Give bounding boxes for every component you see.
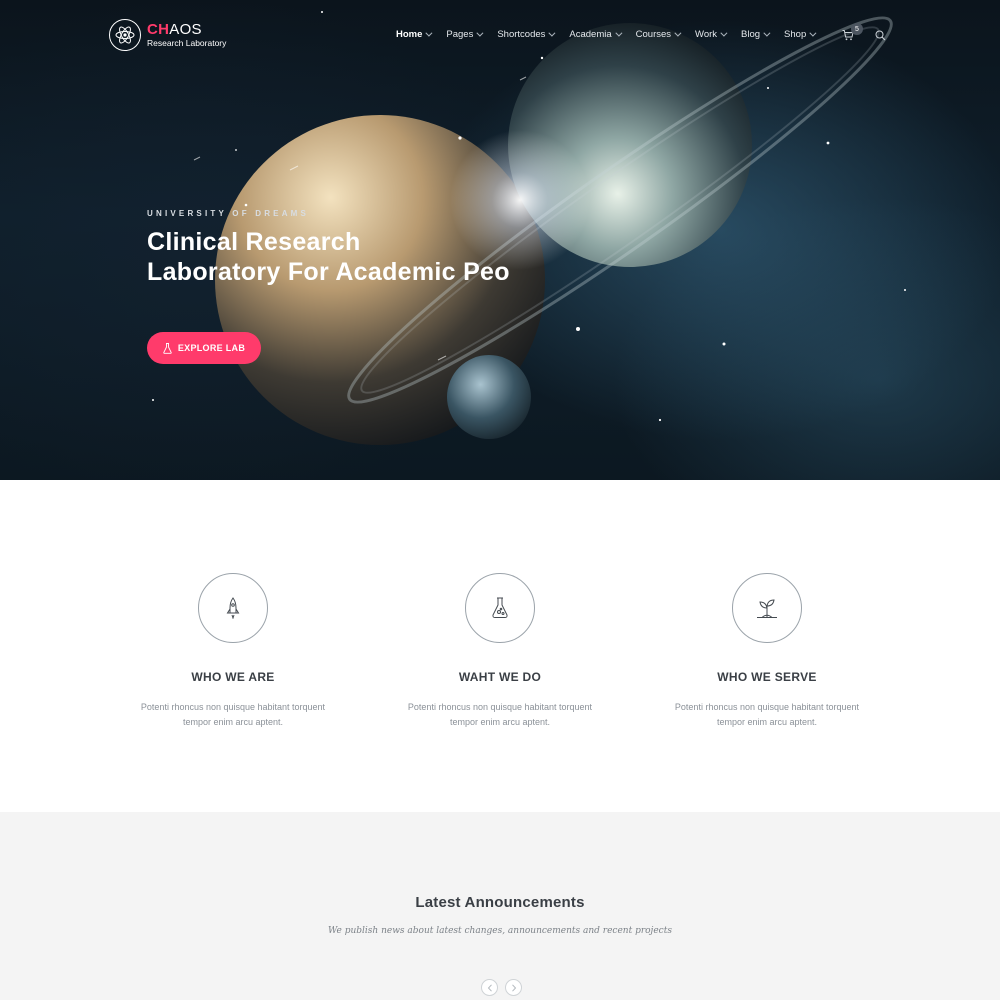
feature-who-we-are: WHO WE ARE Potenti rhoncus non quisque h… xyxy=(113,573,353,730)
nav-item-courses[interactable]: Courses xyxy=(635,29,682,40)
chevron-down-icon xyxy=(674,29,682,37)
feature-title: WHO WE ARE xyxy=(191,670,275,684)
nav-item-home[interactable]: Home xyxy=(396,29,433,40)
flask-icon xyxy=(163,342,172,354)
feature-icon-circle xyxy=(732,573,802,643)
nav-item-label: Pages xyxy=(446,29,474,40)
nav-item-label: Blog xyxy=(741,29,761,40)
brand-name-accent: CH xyxy=(147,21,170,39)
feature-icon-circle xyxy=(198,573,268,643)
atom-icon xyxy=(109,19,141,51)
hero-headline-line1: Clinical Research xyxy=(147,228,361,256)
nav-item-label: Work xyxy=(695,29,718,40)
announcements-subtitle: We publish news about latest changes, an… xyxy=(328,926,672,936)
chevron-down-icon xyxy=(425,29,433,37)
rocket-icon xyxy=(226,597,240,619)
nav-item-label: Shortcodes xyxy=(497,29,546,40)
feature-text: Potenti rhoncus non quisque habitant tor… xyxy=(674,702,860,727)
feature-text: Potenti rhoncus non quisque habitant tor… xyxy=(407,702,593,727)
chevron-down-icon xyxy=(720,29,728,37)
nav-item-academia[interactable]: Academia xyxy=(569,29,623,40)
site-header: CH AOS Research Laboratory Home Pages Sho… xyxy=(0,0,1000,70)
chevron-down-icon xyxy=(763,29,771,37)
brand-name: CH AOS xyxy=(147,22,226,37)
brand-tagline: Research Laboratory xyxy=(147,38,227,49)
chevron-down-icon xyxy=(476,29,484,37)
announcements-section: Latest Announcements We publish news abo… xyxy=(0,812,1000,1000)
features-section: WHO WE ARE Potenti rhoncus non quisque h… xyxy=(0,480,1000,812)
nav-item-label: Home xyxy=(396,29,423,40)
chevron-down-icon xyxy=(809,29,817,37)
nav-item-label: Academia xyxy=(569,29,612,40)
logo[interactable]: CH AOS Research Laboratory xyxy=(109,19,226,51)
chevron-down-icon xyxy=(548,29,556,37)
nav-item-pages[interactable]: Pages xyxy=(446,29,484,40)
explore-lab-label: EXPLORE LAB xyxy=(177,343,246,353)
brand-name-rest: AOS xyxy=(169,21,202,39)
cart-count-badge: 5 xyxy=(851,23,863,35)
feature-who-we-serve: WHO WE SERVE Potenti rhoncus non quisque… xyxy=(647,573,887,730)
feature-title: WHO WE SERVE xyxy=(717,670,817,684)
main-nav: Home Pages Shortcodes Academia Courses W… xyxy=(396,29,830,40)
feature-text: Potenti rhoncus non quisque habitant tor… xyxy=(140,702,326,727)
nav-item-shop[interactable]: Shop xyxy=(784,29,817,40)
carousel-controls xyxy=(481,979,529,996)
hero-headline-line2: Laboratory For Academic Peo xyxy=(147,258,510,286)
search-icon[interactable] xyxy=(875,28,886,46)
flask-icon xyxy=(492,597,508,618)
nav-item-label: Shop xyxy=(784,29,807,40)
announcements-title: Latest Announcements xyxy=(415,894,585,911)
nav-item-shortcodes[interactable]: Shortcodes xyxy=(497,29,556,40)
nav-item-blog[interactable]: Blog xyxy=(741,29,771,40)
chevron-left-icon[interactable] xyxy=(481,979,498,996)
nav-item-work[interactable]: Work xyxy=(695,29,728,40)
feature-title: WAHT WE DO xyxy=(458,670,542,684)
hero-headline: Clinical Research Laboratory For Academi… xyxy=(147,227,577,287)
feature-icon-circle xyxy=(465,573,535,643)
sprout-icon xyxy=(757,599,777,618)
explore-lab-button[interactable]: EXPLORE LAB xyxy=(147,332,261,364)
feature-what-we-do: WAHT WE DO Potenti rhoncus non quisque h… xyxy=(380,573,620,730)
chevron-right-icon[interactable] xyxy=(505,979,522,996)
nav-item-label: Courses xyxy=(635,29,672,40)
chevron-down-icon xyxy=(615,29,623,37)
hero-eyebrow: UNIVERSITY OF DREAMS xyxy=(147,209,310,218)
